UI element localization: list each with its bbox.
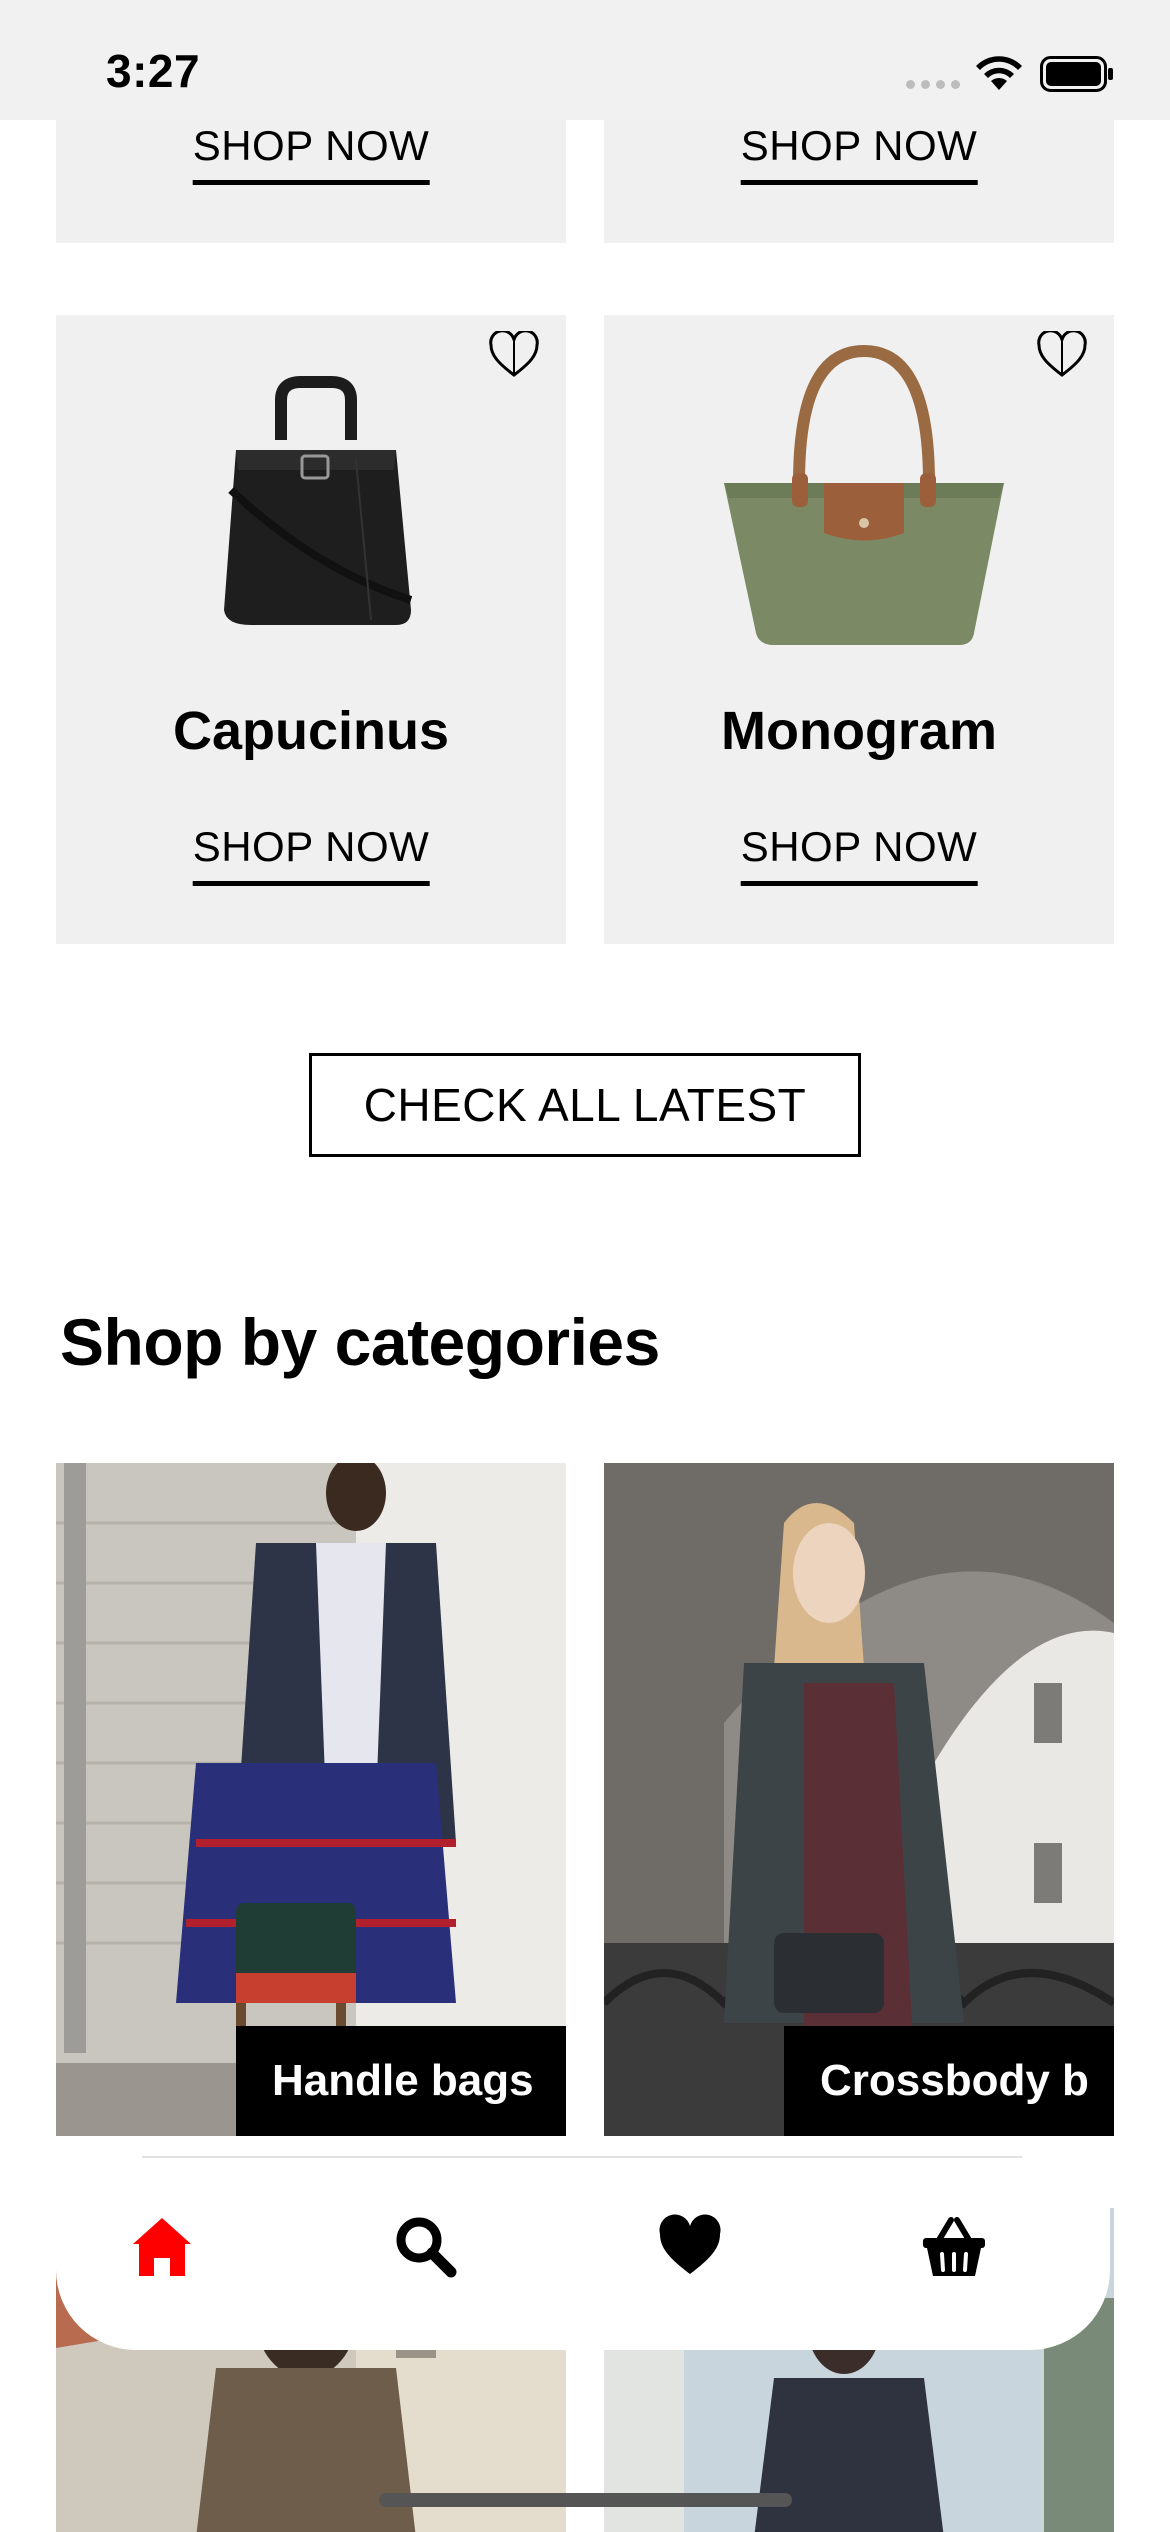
shop-now-link[interactable]: SHOP NOW (740, 122, 978, 185)
category-tile-crossbody-bags[interactable]: Crossbody b (604, 1463, 1114, 2136)
category-label: Handle bags (236, 2026, 566, 2136)
product-name: Capucinus (172, 701, 450, 761)
category-tile-handle-bags[interactable]: Handle bags (56, 1463, 566, 2136)
heart-icon (659, 2214, 721, 2274)
category-label: Crossbody b (784, 2026, 1114, 2136)
product-card-monogram[interactable]: Monogram SHOP NOW (604, 315, 1114, 944)
favorite-heart-icon[interactable] (488, 331, 540, 379)
tab-favorites[interactable] (610, 2162, 770, 2332)
check-all-latest-button[interactable]: CHECK ALL LATEST (309, 1053, 861, 1157)
product-card[interactable]: SHOP NOW (56, 100, 566, 243)
product-name: Monogram (721, 701, 997, 761)
product-card-capucinus[interactable]: Capucinus SHOP NOW (56, 315, 566, 944)
tab-basket[interactable] (874, 2162, 1034, 2332)
shop-now-link[interactable]: SHOP NOW (740, 823, 978, 886)
wifi-icon (976, 56, 1022, 90)
shop-now-link[interactable]: SHOP NOW (192, 122, 430, 185)
tab-bar (56, 2162, 1110, 2350)
product-card[interactable]: SHOP NOW (604, 100, 1114, 243)
section-title: Shop by categories (60, 1305, 660, 1379)
battery-icon (1040, 56, 1113, 92)
shop-now-link[interactable]: SHOP NOW (192, 823, 430, 886)
cellular-signal-icon (906, 80, 960, 89)
black-tote-bag-image (224, 376, 413, 625)
home-indicator (379, 2493, 792, 2507)
tab-search[interactable] (346, 2162, 506, 2332)
home-icon (133, 2218, 191, 2276)
tab-bar-divider (142, 2156, 1022, 2158)
basket-icon (923, 2217, 985, 2276)
status-bar: 3:27 (0, 0, 1170, 120)
green-tote-bag-image (724, 344, 1004, 645)
status-time: 3:27 (106, 45, 201, 97)
search-icon (396, 2217, 457, 2278)
favorite-heart-icon[interactable] (1036, 331, 1088, 379)
tab-home[interactable] (82, 2162, 242, 2332)
